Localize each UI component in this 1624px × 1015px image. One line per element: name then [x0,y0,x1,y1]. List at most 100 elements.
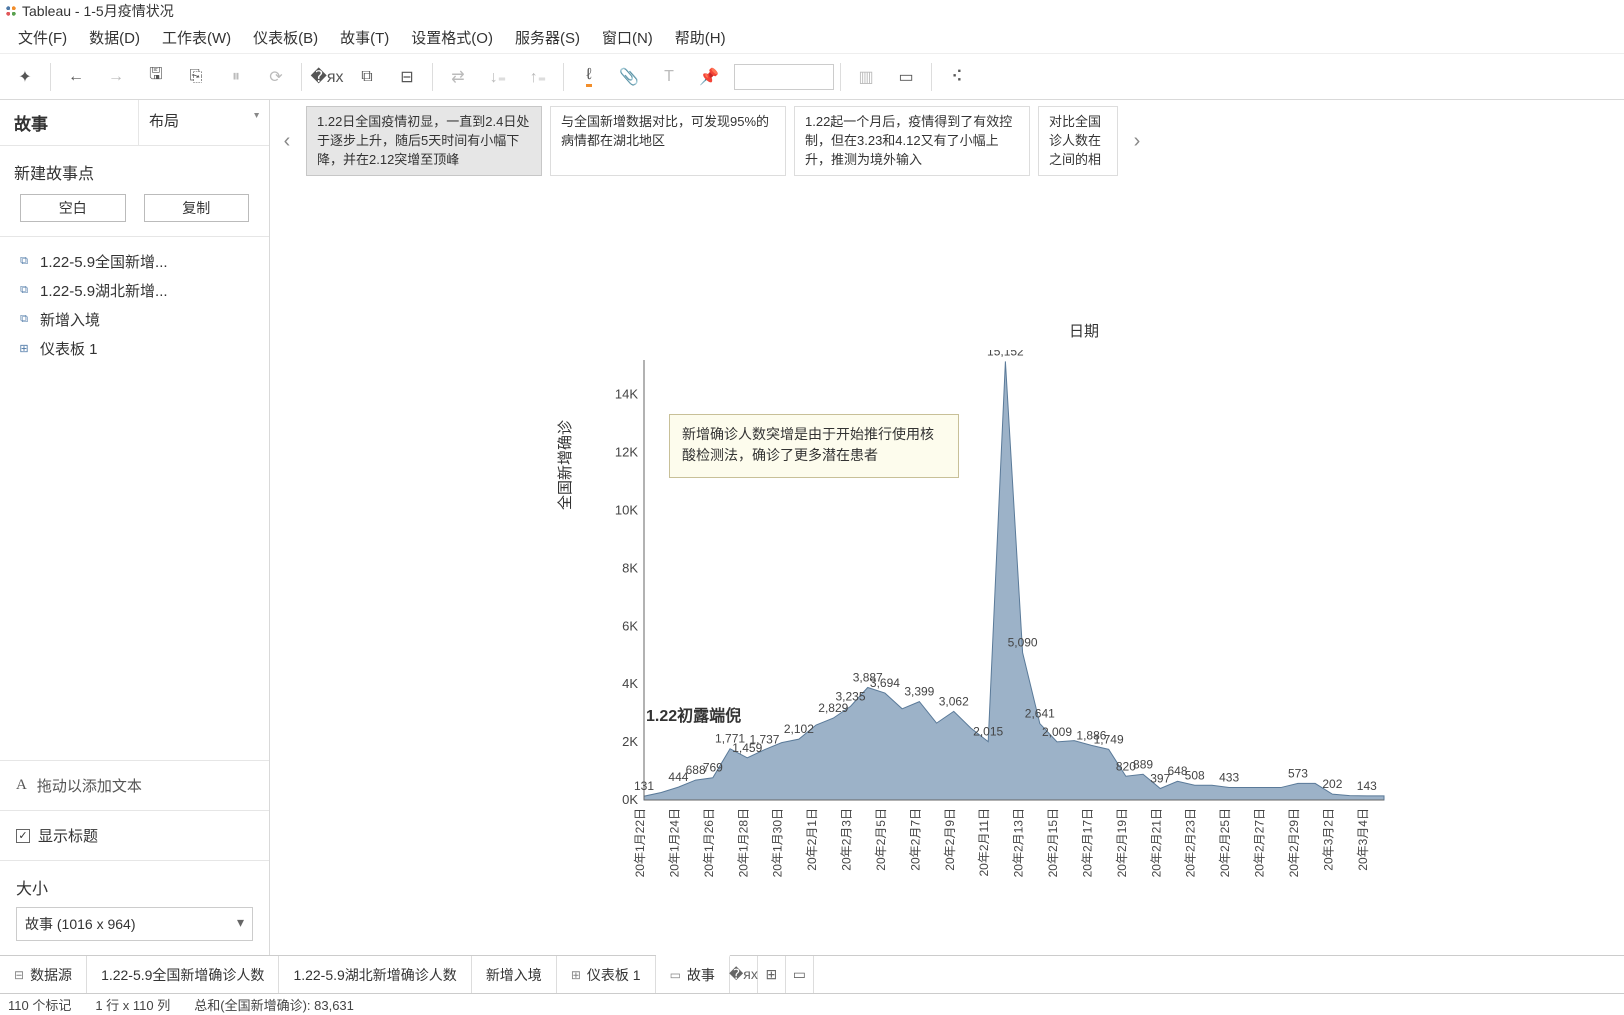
tableau-icon[interactable]: ✦ [6,62,44,92]
svg-text:12K: 12K [615,445,638,460]
status-marks: 110 个标记 [8,995,71,1014]
menu-worksheet[interactable]: 工作表(W) [152,23,241,52]
sort-desc-icon[interactable]: ↑₌ [519,62,557,92]
story-caption[interactable]: 与全国新增数据对比，可发现95%的病情都在湖北地区 [550,106,786,176]
menu-window[interactable]: 窗口(N) [592,23,663,52]
svg-text:0K: 0K [622,792,638,807]
presentation-icon[interactable]: ▭ [887,62,925,92]
new-story-icon[interactable]: ▭ [786,956,814,993]
svg-text:202: 202 [1322,777,1342,791]
show-title-checkbox[interactable]: ✓显示标题 [0,810,269,860]
sheet-item[interactable]: ⧉新增入境 [0,305,269,334]
new-worksheet-icon[interactable]: �ях [730,956,758,993]
svg-text:3,694: 3,694 [870,676,900,690]
sort-asc-icon[interactable]: ↓₌ [479,62,517,92]
svg-text:20年2月27日: 20年2月27日 [1253,808,1267,877]
checkbox-checked-icon: ✓ [16,829,30,843]
menu-dashboard[interactable]: 仪表板(B) [243,23,328,52]
svg-text:14K: 14K [615,387,638,402]
story-caption[interactable]: 1.22日全国疫情初显，一直到2.4日处于逐步上升，随后5天时间有小幅下降，并在… [306,106,542,176]
window-titlebar: Tableau - 1-5月疫情状况 [0,0,1624,22]
menu-bar: 文件(F) 数据(D) 工作表(W) 仪表板(B) 故事(T) 设置格式(O) … [0,22,1624,54]
sheet-item[interactable]: ⧉1.22-5.9湖北新增... [0,276,269,305]
sheet-tab[interactable]: 1.22-5.9湖北新增确诊人数 [279,956,471,993]
attach-icon[interactable]: 📎 [610,62,648,92]
menu-file[interactable]: 文件(F) [8,23,77,52]
pin-icon[interactable]: 📌 [690,62,728,92]
menu-format[interactable]: 设置格式(O) [401,23,503,52]
svg-text:20年3月2日: 20年3月2日 [1321,808,1335,871]
duplicate-icon[interactable]: ⧉ [348,62,386,92]
svg-text:20年2月15日: 20年2月15日 [1046,808,1060,877]
sheet-item[interactable]: ⊞仪表板 1 [0,334,269,363]
nav-prev-icon[interactable]: ‹ [276,130,298,153]
new-datasource-icon[interactable]: ⎘ [177,62,215,92]
sheet-tab[interactable]: 1.22-5.9全国新增确诊人数 [87,956,279,993]
menu-data[interactable]: 数据(D) [79,23,150,52]
svg-text:10K: 10K [615,503,638,518]
worksheet-icon: ⧉ [16,255,32,269]
status-sum: 总和(全国新增确诊): 83,631 [194,995,354,1014]
svg-text:20年2月19日: 20年2月19日 [1115,808,1129,877]
svg-text:20年2月25日: 20年2月25日 [1218,808,1232,877]
svg-text:20年1月24日: 20年1月24日 [667,808,681,877]
showme-icon[interactable]: ▥ [847,62,885,92]
refresh-icon[interactable]: ⟳ [257,62,295,92]
swap-icon[interactable]: ⇄ [439,62,477,92]
svg-text:20年2月3日: 20年2月3日 [840,808,854,871]
svg-text:889: 889 [1133,757,1153,771]
menu-server[interactable]: 服务器(S) [505,23,590,52]
story-canvas: ‹ 1.22日全国疫情初显，一直到2.4日处于逐步上升，随后5天时间有小幅下降，… [270,100,1624,955]
forward-icon[interactable]: → [97,62,135,92]
area-chart[interactable]: 日期 全国新增确诊 新增确诊人数突增是由于开始推行使用核酸检测法，确诊了更多潜在… [554,190,1614,955]
svg-text:6K: 6K [622,618,638,633]
svg-text:20年2月21日: 20年2月21日 [1149,808,1163,877]
chart-svg: 0K2K4K6K8K10K12K14K20年1月22日20年1月24日20年1月… [604,350,1394,910]
svg-text:20年2月7日: 20年2月7日 [908,808,922,871]
sheet-tab-active[interactable]: ▭故事 [656,955,730,993]
pause-icon[interactable]: ⏸ [217,62,255,92]
save-icon[interactable]: 🖫 [137,62,175,92]
svg-text:20年2月11日: 20年2月11日 [977,808,991,876]
layout-dropdown[interactable]: 布局 [138,100,269,145]
worksheet-icon: ⧉ [16,313,32,327]
svg-text:131: 131 [634,779,654,793]
chart-x-title: 日期 [1069,320,1099,341]
datasource-tab[interactable]: ⊟数据源 [0,956,87,993]
label-icon[interactable]: T [650,62,688,92]
sheet-tab[interactable]: ⊞仪表板 1 [557,956,656,993]
status-bar: 110 个标记 1 行 x 110 列 总和(全国新增确诊): 83,631 [0,993,1624,1015]
blank-button[interactable]: 空白 [20,194,126,222]
story-caption[interactable]: 1.22起一个月后，疫情得到了有效控制，但在3.23和4.12又有了小幅上升，推… [794,106,1030,176]
menu-help[interactable]: 帮助(H) [665,23,736,52]
back-icon[interactable]: ← [57,62,95,92]
svg-text:1,737: 1,737 [749,733,779,747]
story-caption[interactable]: 对比全国诊人数在之间的相 [1038,106,1118,176]
new-dashboard-icon[interactable]: ⊞ [758,956,786,993]
new-storypoint-label: 新建故事点 [0,146,269,194]
worksheet-icon: ⧉ [16,284,32,298]
svg-text:3,062: 3,062 [939,694,969,708]
size-dropdown[interactable]: 故事 (1016 x 964) [16,907,253,941]
story-icon: ▭ [670,968,681,982]
menu-story[interactable]: 故事(T) [330,23,399,52]
story-navigator: ‹ 1.22日全国疫情初显，一直到2.4日处于逐步上升，随后5天时间有小幅下降，… [276,100,1618,180]
drag-text-tool[interactable]: A拖动以添加文本 [0,760,269,810]
svg-text:573: 573 [1288,766,1308,780]
svg-text:20年2月29日: 20年2月29日 [1287,808,1301,877]
story-sidebar: 故事 布局 新建故事点 空白 复制 ⧉1.22-5.9全国新增... ⧉1.22… [0,100,270,955]
share-icon[interactable]: ⠪ [938,62,976,92]
dashboard-icon: ⊞ [571,968,581,982]
svg-text:3,235: 3,235 [835,689,865,703]
nav-next-icon[interactable]: › [1126,130,1148,153]
sheet-item[interactable]: ⧉1.22-5.9全国新增... [0,247,269,276]
svg-text:20年2月13日: 20年2月13日 [1012,808,1026,877]
clear-icon[interactable]: ⊟ [388,62,426,92]
duplicate-button[interactable]: 复制 [144,194,250,222]
sheet-list: ⧉1.22-5.9全国新增... ⧉1.22-5.9湖北新增... ⧉新增入境 … [0,236,269,373]
highlight-icon[interactable]: ℓ [570,62,608,92]
sheet-tab[interactable]: 新增入境 [472,956,557,993]
svg-text:508: 508 [1185,768,1205,782]
toolbar-search[interactable] [734,64,834,90]
new-sheet-icon[interactable]: �ях [308,62,346,92]
